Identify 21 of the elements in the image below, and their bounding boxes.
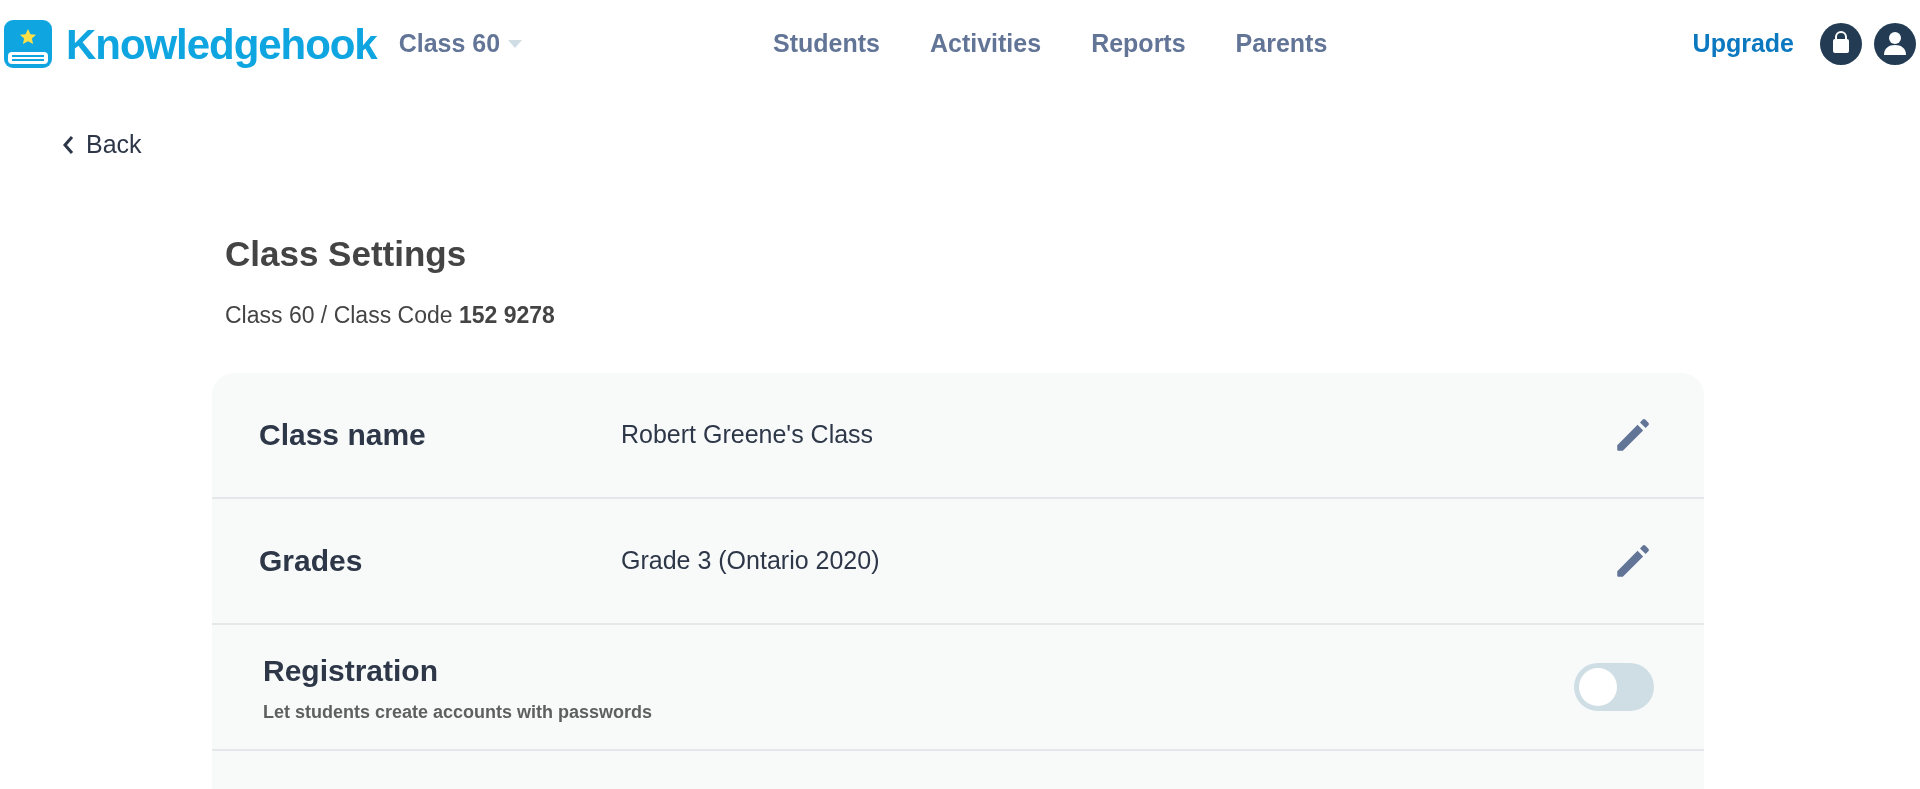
setting-label: Grades (259, 543, 364, 579)
chevron-left-icon (62, 134, 74, 155)
setting-value: Grade 3 (Ontario 2020) (621, 544, 880, 576)
caret-icon (508, 40, 523, 48)
class-selector[interactable]: Class 60 (398, 25, 523, 63)
setting-value: Robert Greene's Class (621, 418, 874, 450)
page-title: Class Settings (225, 232, 468, 275)
nav-link[interactable]: Parents (1235, 25, 1328, 63)
setting-label: Registration (263, 652, 440, 689)
book-logo-icon[interactable] (4, 20, 52, 68)
setting-label: Class name (259, 417, 427, 453)
setting-description: Let students create accounts with passwords (263, 700, 653, 724)
nav-link[interactable]: Activities (929, 25, 1042, 63)
nav-link[interactable]: Reports (1091, 25, 1186, 63)
class-code-text: Class 60 / Class Code 152 9278 (225, 301, 556, 330)
brand-name[interactable]: Knowledgehook (66, 12, 377, 76)
back-link[interactable]: Back (62, 126, 142, 164)
toggle-switch[interactable] (1574, 662, 1654, 711)
nav-link[interactable]: Students (773, 25, 880, 63)
user-avatar-icon[interactable] (1874, 23, 1916, 65)
upgrade-link[interactable]: Upgrade (1692, 25, 1794, 63)
